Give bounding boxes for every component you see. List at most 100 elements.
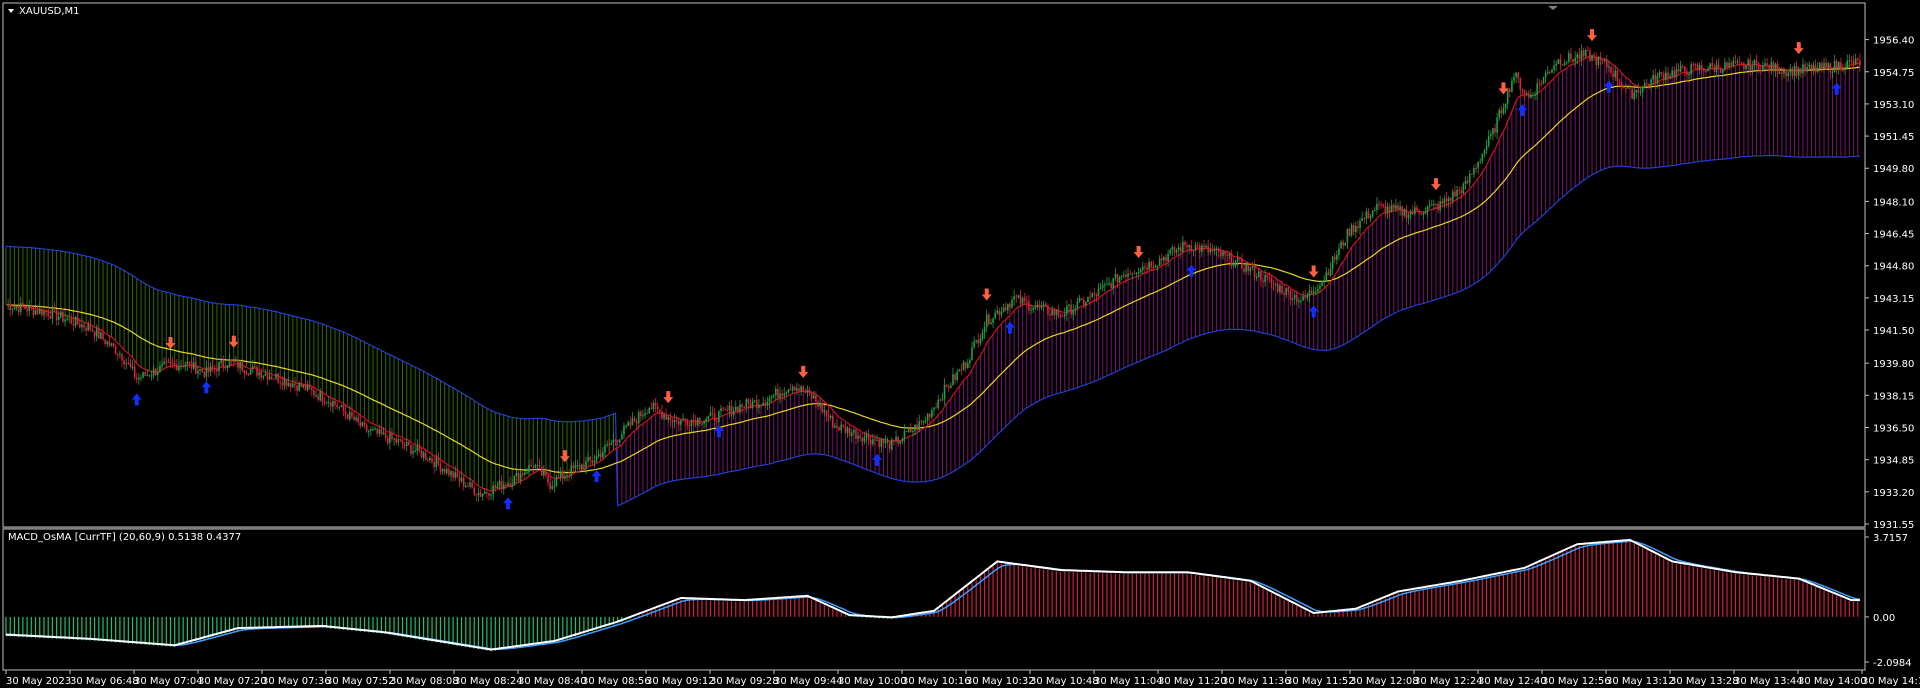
candle-body [1859,60,1861,66]
candle-body [492,485,494,495]
candle-body [201,369,203,372]
candle-body [1156,265,1159,267]
candle-body [694,420,697,426]
candle-body [1390,204,1393,213]
candle-body [1684,66,1686,72]
candle-body [747,399,750,403]
candle-body [1713,66,1716,72]
candle-body [1194,245,1197,251]
candle-body [534,465,537,468]
candle-body [1574,57,1576,62]
time-tick-label: 30 May 09:28 [710,676,779,687]
candle-body [131,366,134,368]
time-tick-label: 30 May 06:48 [70,676,139,687]
candle-body [857,435,859,439]
indicator-axis[interactable]: 3.7157 0.00 -2.0984 [1865,533,1912,669]
candle-body [1192,250,1195,252]
candle-body [713,413,716,421]
candle-body [1804,64,1806,72]
candle-body [1768,65,1770,71]
candle-body [55,309,58,321]
candle-body [205,367,208,377]
panel-splitter[interactable] [3,527,1865,529]
candle-body [1519,78,1522,90]
candle-body [1568,53,1570,62]
candle-body [1422,213,1425,215]
candle-body [456,472,459,478]
candle-body [1633,92,1636,99]
time-tick-label: 30 May 13:28 [1670,676,1739,687]
candle-body [1188,245,1190,248]
candle-body [521,473,524,475]
candle-body [1479,161,1482,163]
candle-body [260,372,262,378]
trading-chart[interactable]: 1956.40 1954.75 1953.10 1951.45 1949.80 1948.… [0,0,1920,688]
candle-body [528,464,530,473]
candle-body [1355,226,1357,233]
candle-body [296,385,298,391]
time-tick-label: 30 May 09:12 [646,676,715,687]
candle-body [1061,315,1064,317]
candle-body [1795,65,1798,76]
scroll-marker-icon[interactable] [1548,6,1558,10]
candle-body [722,408,724,410]
candle-body [462,477,465,487]
candle-body [595,456,598,461]
time-axis[interactable]: 30 May 202330 May 06:4830 May 07:0430 Ma… [5,670,1920,687]
candle-body [1821,63,1823,70]
candle-body [414,450,416,452]
candle-body [454,472,457,478]
candle-body [1004,307,1007,311]
candle-body [1667,72,1669,78]
candle-body [268,376,271,380]
candle-body [169,362,172,364]
candle-body [410,444,412,454]
triangle-down-icon[interactable] [8,9,14,13]
candle-body [524,472,526,475]
candle-body [431,457,433,463]
candle-body [1053,310,1056,316]
candle-body [100,332,102,339]
candle-body [872,439,874,445]
candle-body [218,362,220,372]
candle-body [1249,267,1252,272]
candle-body [686,420,689,426]
moving-average-lines [5,56,1861,507]
candle-body [1816,67,1819,72]
arrow-down-icon [981,288,992,301]
candle-body [1361,218,1363,221]
candle-body [363,422,366,425]
candle-body [737,406,739,413]
candle-body [287,383,290,386]
candle-body [1475,168,1477,170]
candle-body [176,364,178,371]
candle-body [1572,58,1574,62]
candle-body [1148,261,1150,270]
arrow-up-icon [1308,305,1319,318]
candle-body [549,482,551,489]
candle-body [171,363,174,365]
candle-body [15,306,18,308]
candle-body [483,491,486,495]
candle-body [161,363,163,366]
candle-body [1606,59,1608,68]
time-tick-label: 30 May 11:36 [1222,676,1291,687]
candle-body [585,461,587,469]
candle-body [1114,274,1117,278]
signal-line [6,540,1861,650]
price-axis[interactable]: 1956.40 1954.75 1953.10 1951.45 1949.80 1948.… [1865,36,1914,531]
candle-body [808,389,811,394]
time-tick-label: 30 May 10:00 [838,676,907,687]
candle-body [701,423,703,425]
candle-body [1080,298,1083,300]
candle-body [945,384,948,387]
candle-body [1314,291,1317,293]
candle-body [734,406,737,411]
candle-body [1802,64,1804,74]
candle-body [696,417,699,426]
time-tick-label: 30 May 10:16 [902,676,971,687]
candle-body [1026,300,1028,302]
candle-body [918,421,921,431]
candle-body [1783,69,1785,74]
candle-body [1694,64,1697,66]
